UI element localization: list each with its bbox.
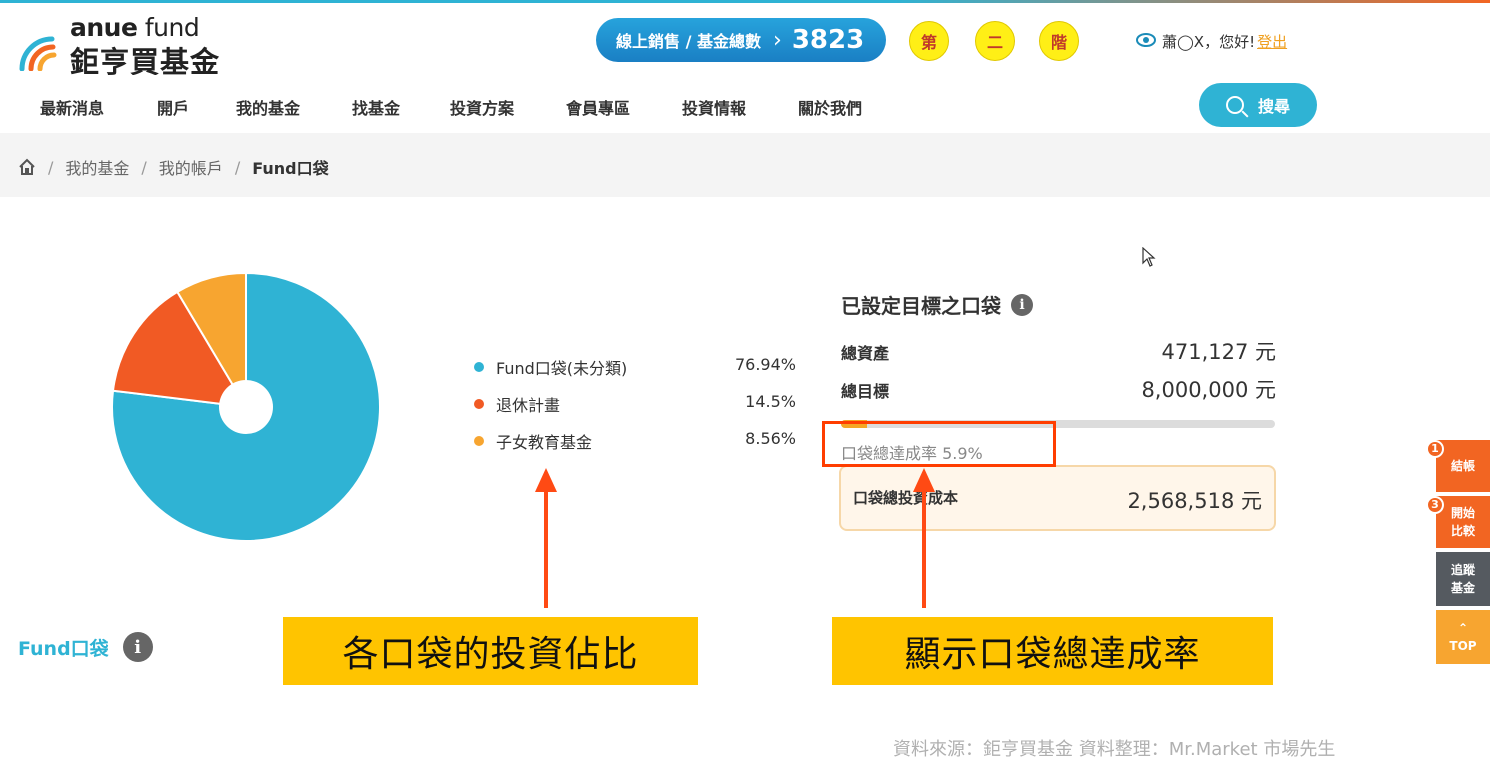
legend-row-education[interactable]: 子女教育基金 8.56% — [474, 428, 804, 465]
search-button[interactable]: 搜尋 — [1199, 83, 1317, 127]
info-icon[interactable]: i — [122, 632, 153, 662]
nav-item-member-area[interactable]: 會員專區 — [566, 95, 630, 119]
chevron-up-icon: ⌃ — [1457, 621, 1469, 635]
mouse-cursor-icon — [1142, 247, 1156, 267]
back-to-top-button[interactable]: ⌃ TOP — [1436, 610, 1490, 664]
legend-row-retirement[interactable]: 退休計畫 14.5% — [474, 391, 804, 428]
callout-achievement-rate: 顯示口袋總達成率 — [832, 617, 1273, 685]
nav-item-investment-info[interactable]: 投資情報 — [682, 95, 746, 119]
sales-label: 線上銷售 / 基金總數 — [616, 32, 761, 51]
side-label: 比較 — [1450, 524, 1475, 538]
allocation-legend: Fund口袋(未分類) 76.94% 退休計畫 14.5% 子女教育基金 8.5… — [474, 354, 804, 465]
greeting-text: 蕭◯X，您好! — [1162, 33, 1256, 51]
nav-item-my-funds[interactable]: 我的基金 — [236, 95, 300, 119]
cart-count-badge: 1 — [1426, 440, 1444, 458]
rainbow-logo-icon — [19, 36, 57, 71]
fund-pocket-title-text: Fund口袋 — [18, 637, 109, 660]
goal-title-text: 已設定目標之口袋 — [841, 294, 1001, 318]
breadcrumb-bar: / 我的基金 / 我的帳戶 / Fund口袋 — [0, 133, 1490, 197]
nav-item-news[interactable]: 最新消息 — [40, 95, 104, 119]
legend-name: 子女教育基金 — [496, 433, 593, 452]
nav-item-find-funds[interactable]: 找基金 — [352, 95, 400, 119]
side-label: 結帳 — [1450, 459, 1475, 473]
site-logo[interactable]: anue fund 鉅亨買基金 — [18, 11, 238, 79]
goal-pockets-card: 已設定目標之口袋 i 總資產 471,127 元 總目標 8,000,000 元… — [825, 238, 1295, 573]
fund-count: 3823 — [791, 25, 865, 55]
home-icon[interactable] — [18, 158, 36, 176]
search-icon — [1225, 96, 1244, 114]
legend-row-unclassified[interactable]: Fund口袋(未分類) 76.94% — [474, 354, 804, 391]
site-header: anue fund 鉅亨買基金 線上銷售 / 基金總數 › 3823 第 二 階… — [0, 3, 1490, 79]
breadcrumb: / 我的基金 / 我的帳戶 / Fund口袋 — [18, 155, 329, 179]
legend-name: 退休計畫 — [496, 396, 561, 415]
up-arrow-icon — [535, 468, 557, 608]
total-cost-box: 口袋總投資成本 2,568,518 元 — [839, 465, 1276, 531]
legend-dot — [474, 362, 484, 372]
up-arrow-icon — [913, 468, 935, 608]
step-button-3[interactable]: 階 — [1039, 21, 1079, 61]
breadcrumb-separator: / — [48, 157, 54, 177]
total-goal-value: 8,000,000 元 — [1141, 378, 1276, 402]
nav-item-open-account[interactable]: 開戶 — [157, 95, 189, 119]
breadcrumb-current: Fund口袋 — [252, 159, 329, 178]
side-label: 開始 — [1450, 506, 1475, 520]
compare-count-badge: 3 — [1426, 496, 1444, 514]
data-source-note: 資料來源：鉅亨買基金 資料整理：Mr.Market 市場先生 — [893, 739, 1336, 760]
fund-pocket-section-title: Fund口袋 i — [18, 632, 153, 662]
step-button-2[interactable]: 二 — [975, 21, 1015, 61]
breadcrumb-separator: / — [234, 157, 241, 177]
total-cost-value: 2,568,518 元 — [1127, 489, 1262, 513]
nav-item-about-us[interactable]: 關於我們 — [798, 95, 862, 119]
main-nav: 最新消息 開戶 我的基金 找基金 投資方案 會員專區 投資情報 關於我們 搜尋 — [0, 75, 1490, 133]
side-label: 基金 — [1450, 581, 1475, 595]
breadcrumb-my-account[interactable]: 我的帳戶 — [159, 155, 223, 179]
breadcrumb-separator: / — [141, 157, 147, 177]
search-label: 搜尋 — [1257, 97, 1290, 116]
legend-name: Fund口袋(未分類) — [496, 359, 628, 378]
rate-highlight-box — [822, 421, 1056, 467]
legend-dot — [474, 399, 484, 409]
total-assets-label: 總資產 — [841, 344, 890, 363]
total-cost-label: 口袋總投資成本 — [853, 489, 959, 507]
goal-card-title: 已設定目標之口袋 i — [841, 290, 1033, 319]
side-label: 追蹤 — [1450, 563, 1475, 577]
chevron-right-icon: › — [773, 27, 782, 53]
legend-dot — [474, 436, 484, 446]
online-sales-banner[interactable]: 線上銷售 / 基金總數 › 3823 — [596, 18, 886, 62]
user-greeting: 蕭◯X，您好! 登出 — [1136, 31, 1287, 52]
side-checkout-button[interactable]: 1 結帳 — [1426, 440, 1490, 492]
total-goal-label: 總目標 — [841, 382, 890, 401]
step-button-1[interactable]: 第 — [909, 21, 949, 61]
side-compare-button[interactable]: 3 開始 比較 — [1426, 496, 1490, 548]
eye-icon[interactable] — [1136, 32, 1156, 51]
side-label: TOP — [1449, 639, 1477, 653]
logo-english: anue fund — [70, 13, 200, 42]
callout-allocation: 各口袋的投資佔比 — [283, 617, 698, 685]
nav-item-investment-plans[interactable]: 投資方案 — [450, 95, 514, 119]
total-assets-value: 471,127 元 — [1161, 340, 1276, 364]
info-icon[interactable]: i — [1011, 293, 1033, 316]
side-track-fund-button[interactable]: 追蹤 基金 — [1436, 552, 1490, 606]
allocation-pie-chart — [111, 272, 381, 542]
legend-pct: 14.5% — [745, 392, 796, 411]
breadcrumb-my-funds[interactable]: 我的基金 — [65, 155, 129, 179]
legend-pct: 8.56% — [745, 429, 796, 448]
logout-link[interactable]: 登出 — [1257, 31, 1287, 52]
pie-center-hole — [219, 380, 273, 434]
legend-pct: 76.94% — [734, 355, 796, 374]
